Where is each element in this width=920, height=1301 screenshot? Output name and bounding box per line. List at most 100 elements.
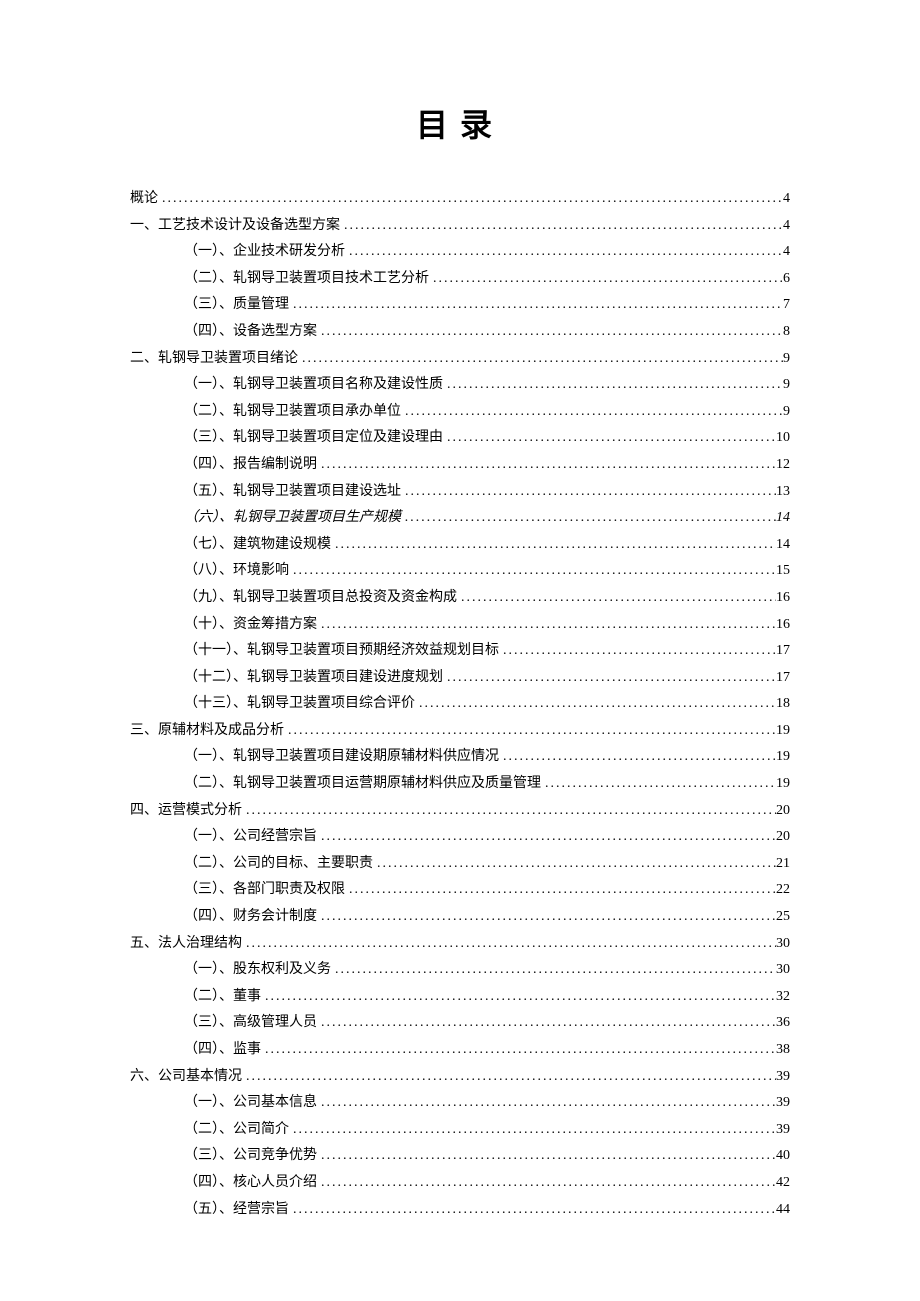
toc-entry: （十二）、轧钢导卫装置项目建设进度规划17 bbox=[130, 665, 790, 692]
toc-entry: 一、工艺技术设计及设备选型方案 4 bbox=[130, 213, 790, 240]
toc-entry: （四）、核心人员介绍42 bbox=[130, 1170, 790, 1197]
toc-entry-page: 4 bbox=[783, 213, 790, 240]
toc-entry: （一）、公司基本信息 39 bbox=[130, 1090, 790, 1117]
toc-entry-label: （一）、股东权利及义务 bbox=[184, 957, 331, 984]
toc-entry-page: 19 bbox=[776, 771, 790, 798]
toc-leader-dots bbox=[317, 1010, 776, 1037]
toc-leader-dots bbox=[457, 585, 776, 612]
toc-leader-dots bbox=[499, 638, 776, 665]
toc-entry-label: （二）、轧钢导卫装置项目承办单位 bbox=[184, 399, 401, 426]
toc-entry-label: （二）、轧钢导卫装置项目技术工艺分析 bbox=[184, 266, 429, 293]
toc-entry: （四）、财务会计制度25 bbox=[130, 904, 790, 931]
toc-leader-dots bbox=[289, 1117, 776, 1144]
toc-entry-label: （二）、董事 bbox=[184, 984, 261, 1011]
toc-leader-dots bbox=[261, 984, 776, 1011]
toc-leader-dots bbox=[317, 612, 776, 639]
toc-entry-page: 20 bbox=[776, 824, 790, 851]
toc-entry-label: （一）、公司经营宗旨 bbox=[184, 824, 317, 851]
toc-entry: （二）、轧钢导卫装置项目运营期原辅材料供应及质量管理19 bbox=[130, 771, 790, 798]
toc-entry: （二）、轧钢导卫装置项目承办单位 9 bbox=[130, 399, 790, 426]
toc-entry: （一）、轧钢导卫装置项目名称及建设性质9 bbox=[130, 372, 790, 399]
toc-leader-dots bbox=[443, 665, 776, 692]
toc-entry-label: （一）、公司基本信息 bbox=[184, 1090, 317, 1117]
toc-leader-dots bbox=[261, 1037, 776, 1064]
toc-leader-dots bbox=[317, 1143, 776, 1170]
toc-entry-page: 10 bbox=[776, 425, 790, 452]
toc-leader-dots bbox=[499, 744, 776, 771]
toc-entry-label: 概论 bbox=[130, 186, 158, 213]
toc-entry-page: 13 bbox=[776, 479, 790, 506]
toc-leader-dots bbox=[289, 292, 783, 319]
toc-entry-page: 40 bbox=[776, 1143, 790, 1170]
toc-entry-page: 20 bbox=[776, 798, 790, 825]
toc-leader-dots bbox=[317, 904, 776, 931]
toc-entry: 三、原辅材料及成品分析19 bbox=[130, 718, 790, 745]
toc-entry-page: 32 bbox=[776, 984, 790, 1011]
toc-entry-label: （一）、轧钢导卫装置项目名称及建设性质 bbox=[184, 372, 443, 399]
toc-entry: （三）、公司竞争优势 40 bbox=[130, 1143, 790, 1170]
toc-list: 概论4一、工艺技术设计及设备选型方案4（一）、企业技术研发分析4（二）、轧钢导卫… bbox=[130, 186, 790, 1223]
toc-entry-label: （六）、轧钢导卫装置项目生产规模 bbox=[184, 505, 401, 532]
toc-entry-page: 36 bbox=[776, 1010, 790, 1037]
toc-entry: （十）、资金筹措方案16 bbox=[130, 612, 790, 639]
toc-entry-page: 30 bbox=[776, 957, 790, 984]
toc-entry-label: 一、工艺技术设计及设备选型方案 bbox=[130, 213, 340, 240]
toc-entry-page: 7 bbox=[783, 292, 790, 319]
toc-leader-dots bbox=[401, 479, 776, 506]
toc-entry: （四）、报告编制说明12 bbox=[130, 452, 790, 479]
toc-entry: 二、轧钢导卫装置项目绪论9 bbox=[130, 346, 790, 373]
toc-entry-page: 19 bbox=[776, 744, 790, 771]
toc-leader-dots bbox=[242, 931, 776, 958]
toc-entry-page: 21 bbox=[776, 851, 790, 878]
toc-entry-label: （一）、轧钢导卫装置项目建设期原辅材料供应情况 bbox=[184, 744, 499, 771]
toc-entry-page: 4 bbox=[783, 239, 790, 266]
toc-entry: （十三）、轧钢导卫装置项目综合评价18 bbox=[130, 691, 790, 718]
toc-entry: 四、运营模式分析 20 bbox=[130, 798, 790, 825]
toc-entry-page: 16 bbox=[776, 585, 790, 612]
toc-entry: （一）、企业技术研发分析 4 bbox=[130, 239, 790, 266]
toc-entry-page: 19 bbox=[776, 718, 790, 745]
toc-entry-page: 14 bbox=[776, 505, 790, 532]
toc-entry-label: （二）、公司的目标、主要职责 bbox=[184, 851, 373, 878]
toc-entry: （一）、轧钢导卫装置项目建设期原辅材料供应情况 19 bbox=[130, 744, 790, 771]
toc-entry-page: 14 bbox=[776, 532, 790, 559]
toc-entry-label: （四）、核心人员介绍 bbox=[184, 1170, 317, 1197]
toc-entry-page: 6 bbox=[783, 266, 790, 293]
toc-entry-label: （三）、各部门职责及权限 bbox=[184, 877, 345, 904]
toc-entry: 五、法人治理结构30 bbox=[130, 931, 790, 958]
toc-entry: （二）、公司的目标、主要职责 21 bbox=[130, 851, 790, 878]
toc-entry-label: （九）、轧钢导卫装置项目总投资及资金构成 bbox=[184, 585, 457, 612]
toc-leader-dots bbox=[401, 505, 776, 532]
toc-entry-label: （一）、企业技术研发分析 bbox=[184, 239, 345, 266]
toc-entry-label: （五）、轧钢导卫装置项目建设选址 bbox=[184, 479, 401, 506]
toc-entry-page: 25 bbox=[776, 904, 790, 931]
toc-leader-dots bbox=[345, 239, 783, 266]
toc-entry-label: （七）、建筑物建设规模 bbox=[184, 532, 331, 559]
toc-leader-dots bbox=[331, 532, 776, 559]
toc-entry-label: （十三）、轧钢导卫装置项目综合评价 bbox=[184, 691, 415, 718]
toc-entry-label: 五、法人治理结构 bbox=[130, 931, 242, 958]
toc-entry: （五）、经营宗旨44 bbox=[130, 1197, 790, 1224]
toc-entry: （十一）、轧钢导卫装置项目预期经济效益规划目标17 bbox=[130, 638, 790, 665]
toc-entry-page: 12 bbox=[776, 452, 790, 479]
toc-entry-label: （三）、公司竞争优势 bbox=[184, 1143, 317, 1170]
toc-entry: （一）、股东权利及义务 30 bbox=[130, 957, 790, 984]
toc-entry-label: （十）、资金筹措方案 bbox=[184, 612, 317, 639]
toc-leader-dots bbox=[242, 798, 776, 825]
toc-leader-dots bbox=[340, 213, 783, 240]
toc-leader-dots bbox=[317, 452, 776, 479]
toc-entry-page: 44 bbox=[776, 1197, 790, 1224]
toc-entry: （三）、质量管理7 bbox=[130, 292, 790, 319]
toc-entry-label: 四、运营模式分析 bbox=[130, 798, 242, 825]
toc-leader-dots bbox=[284, 718, 776, 745]
toc-entry: （一）、公司经营宗旨 20 bbox=[130, 824, 790, 851]
toc-entry: 六、公司基本情况39 bbox=[130, 1064, 790, 1091]
toc-entry-page: 9 bbox=[783, 399, 790, 426]
toc-entry: （二）、轧钢导卫装置项目技术工艺分析 6 bbox=[130, 266, 790, 293]
toc-entry-page: 39 bbox=[776, 1117, 790, 1144]
toc-entry-label: （三）、高级管理人员 bbox=[184, 1010, 317, 1037]
toc-entry-page: 39 bbox=[776, 1090, 790, 1117]
toc-entry: （九）、轧钢导卫装置项目总投资及资金构成 16 bbox=[130, 585, 790, 612]
toc-entry: （四）、监事38 bbox=[130, 1037, 790, 1064]
toc-leader-dots bbox=[331, 957, 776, 984]
